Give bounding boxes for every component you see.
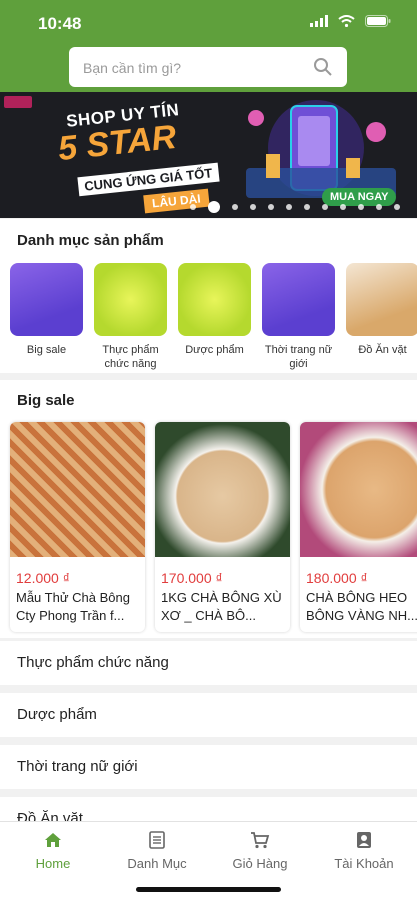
- tab-label: Home: [35, 856, 71, 871]
- carousel-dot[interactable]: [190, 204, 196, 210]
- carousel-dot[interactable]: [322, 204, 328, 210]
- section-functional-food[interactable]: Thực phẩm chức năng: [0, 641, 417, 685]
- product-card[interactable]: 180.000 ₫ CHÀ BÔNG HEO BÔNG VÀNG NH...: [300, 422, 417, 632]
- category-image: [178, 263, 251, 336]
- category-list: Big sale Thực phẩm chức năng Dược phẩm T…: [10, 263, 417, 371]
- category-item-big-sale[interactable]: Big sale: [10, 263, 83, 371]
- category-item-snacks[interactable]: Đồ Ăn vặt: [346, 263, 417, 371]
- carousel-dot[interactable]: [208, 201, 220, 213]
- tab-label: Danh Mục: [127, 856, 187, 871]
- product-name: Mẫu Thử Chà Bông Cty Phong Trần f...: [16, 590, 130, 623]
- category-item-pharmacy[interactable]: Dược phẩm: [178, 263, 251, 371]
- carousel-dot[interactable]: [268, 204, 274, 210]
- carousel-dot[interactable]: [232, 204, 238, 210]
- account-icon: [357, 832, 371, 848]
- product-image: [155, 422, 290, 557]
- tab-label: Giỏ Hàng: [232, 856, 288, 871]
- product-price: 12.000 ₫: [16, 570, 70, 586]
- tab-label: Tài Khoản: [334, 856, 394, 871]
- product-list: 12.000 ₫ Mẫu Thử Chà Bông Cty Phong Trần…: [10, 422, 417, 632]
- tab-categories[interactable]: Danh Mục: [107, 830, 207, 871]
- product-name: 1KG CHÀ BÔNG XÙ XƠ _ CHÀ BÔ...: [161, 590, 282, 623]
- section-label: Thời trang nữ giới: [17, 758, 138, 775]
- tab-account[interactable]: Tài Khoản: [314, 830, 414, 871]
- product-card[interactable]: 170.000 ₫ 1KG CHÀ BÔNG XÙ XƠ _ CHÀ BÔ...: [155, 422, 290, 632]
- search-bar[interactable]: [69, 47, 347, 89]
- home-indicator: [136, 887, 281, 892]
- product-price: 180.000 ₫: [306, 570, 368, 586]
- carousel-dot[interactable]: [358, 204, 364, 210]
- category-image: [10, 263, 83, 336]
- section-label: Thực phẩm chức năng: [17, 654, 169, 671]
- category-item-functional-food[interactable]: Thực phẩm chức năng: [94, 263, 167, 371]
- category-image: [262, 263, 335, 336]
- category-image: [346, 263, 417, 336]
- carousel-dot[interactable]: [250, 204, 256, 210]
- category-item-women-fashion[interactable]: Thời trang nữ giới: [262, 263, 335, 371]
- category-label: Thực phẩm chức năng: [102, 344, 159, 370]
- tab-home[interactable]: Home: [3, 830, 103, 871]
- product-image: [10, 422, 145, 557]
- carousel-dot[interactable]: [394, 204, 400, 210]
- shop-logo: [4, 96, 32, 108]
- category-label: Đồ Ăn vặt: [358, 344, 407, 356]
- big-sale-title: Big sale: [17, 392, 75, 409]
- category-label: Dược phẩm: [185, 344, 244, 356]
- product-image: [300, 422, 417, 557]
- category-title: Danh mục sản phẩm: [17, 232, 164, 249]
- cart-icon: [251, 832, 270, 849]
- category-image: [94, 263, 167, 336]
- promo-banner[interactable]: SHOP UY TÍN 5 STAR CUNG ỨNG GIÁ TỐT LÂU …: [0, 92, 417, 218]
- wifi-icon: [338, 15, 355, 27]
- battery-icon: [365, 15, 391, 27]
- category-label: Big sale: [26, 344, 67, 356]
- big-sale-section: Big sale 12.000 ₫ Mẫu Thử Chà Bông Cty P…: [0, 380, 417, 638]
- search-icon[interactable]: [313, 57, 333, 77]
- home-icon: [45, 833, 61, 847]
- product-card[interactable]: 12.000 ₫ Mẫu Thử Chà Bông Cty Phong Trần…: [10, 422, 145, 632]
- section-label: Dược phẩm: [17, 706, 97, 723]
- section-women-fashion[interactable]: Thời trang nữ giới: [0, 745, 417, 789]
- tab-cart[interactable]: Giỏ Hàng: [210, 830, 310, 871]
- search-input[interactable]: [81, 47, 305, 89]
- list-icon: [149, 831, 165, 849]
- carousel-dots[interactable]: [190, 201, 400, 213]
- carousel-dot[interactable]: [376, 204, 382, 210]
- carousel-dot[interactable]: [286, 204, 292, 210]
- product-price: 170.000 ₫: [161, 570, 223, 586]
- app-header: 10:48: [0, 0, 417, 92]
- category-label: Thời trang nữ giới: [264, 344, 333, 370]
- status-time: 10:48: [38, 14, 82, 33]
- carousel-dot[interactable]: [304, 204, 310, 210]
- category-section: Danh mục sản phẩm Big sale Thực phẩm chứ…: [0, 219, 417, 373]
- status-icons: [310, 15, 391, 27]
- section-pharmacy[interactable]: Dược phẩm: [0, 693, 417, 737]
- carousel-dot[interactable]: [340, 204, 346, 210]
- signal-icon: [310, 15, 328, 27]
- product-name: CHÀ BÔNG HEO BÔNG VÀNG NH...: [306, 590, 417, 623]
